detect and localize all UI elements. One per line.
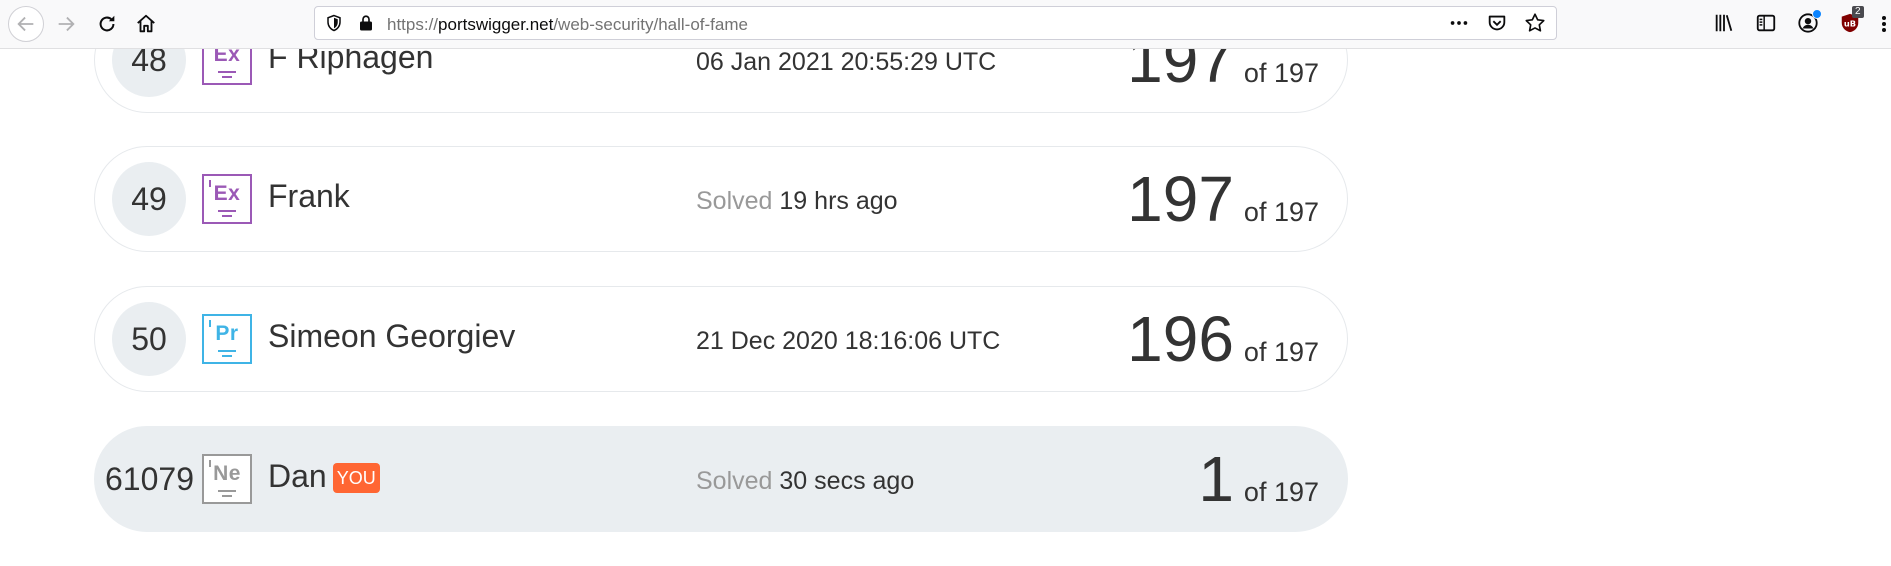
leaderboard-row: 50 Pr Simeon Georgiev 21 Dec 2020 18:16:… <box>94 286 1348 392</box>
rank: 50 <box>112 302 186 376</box>
toolbar-right-icons: uB 2 <box>1712 6 1864 35</box>
rank: 49 <box>112 162 186 236</box>
badge-abbr: Ex <box>213 182 241 205</box>
expert-badge-icon: Ex <box>202 174 252 224</box>
labs-total: of 197 <box>1243 477 1319 507</box>
user-name-text[interactable]: Simeon Georgiev <box>268 318 515 355</box>
overflow-menu-icon[interactable] <box>1879 12 1889 36</box>
user-name-text[interactable]: Frank <box>268 178 350 215</box>
home-button[interactable] <box>129 7 163 41</box>
solved-timestamp: 19 hrs ago <box>779 187 898 215</box>
notification-dot <box>1812 9 1822 19</box>
page-actions <box>1448 12 1546 34</box>
labs-total: of 197 <box>1243 197 1319 227</box>
solved-timestamp: 06 Jan 2021 20:55:29 UTC <box>696 48 997 76</box>
star-icon[interactable] <box>1524 12 1546 34</box>
reload-button[interactable] <box>90 7 124 41</box>
leaderboard-row: 49 Ex Frank Solved 19 hrs ago 197 of 197 <box>94 146 1348 252</box>
practitioner-badge-icon: Pr <box>202 314 252 364</box>
solved-timestamp: 30 secs ago <box>779 467 915 495</box>
labs-total: of 197 <box>1243 58 1319 88</box>
reload-icon <box>99 15 115 32</box>
svg-text:uB: uB <box>1844 19 1856 29</box>
score: 196 of 197 <box>1127 301 1319 377</box>
ublock-count-badge: 2 <box>1852 6 1864 18</box>
score: 197 of 197 <box>1127 161 1319 237</box>
arrow-left-icon <box>17 16 34 32</box>
pocket-icon[interactable] <box>1486 12 1508 34</box>
url-path: /web-security/hall-of-fame <box>553 15 748 34</box>
labs-solved: 1 <box>1198 443 1234 515</box>
home-icon <box>137 14 155 33</box>
labs-solved: 197 <box>1127 163 1234 235</box>
ublock-origin-icon[interactable]: uB 2 <box>1838 6 1864 35</box>
solved-prefix: Solved <box>696 467 773 495</box>
solved-prefix: Solved <box>696 187 773 215</box>
tracking-protection-shield-icon[interactable] <box>325 14 343 32</box>
solved-time: Solved 19 hrs ago <box>696 187 898 216</box>
library-icon[interactable] <box>1712 11 1736 35</box>
browser-toolbar: https://portswigger.net/web-security/hal… <box>0 0 1891 49</box>
rank: 61079 <box>105 460 194 497</box>
solved-timestamp: 21 Dec 2020 18:16:06 UTC <box>696 327 1001 355</box>
solved-time: 06 Jan 2021 20:55:29 UTC <box>696 48 996 77</box>
badge-abbr: Pr <box>215 322 239 345</box>
arrow-right-icon <box>58 16 75 32</box>
score: 1 of 197 <box>1198 441 1319 517</box>
labs-solved: 196 <box>1127 303 1234 375</box>
back-button[interactable] <box>8 6 44 42</box>
user-name-text[interactable]: Dan <box>268 458 327 495</box>
user-name[interactable]: Frank <box>268 178 350 215</box>
labs-total: of 197 <box>1243 337 1319 367</box>
forward-button[interactable] <box>49 7 83 41</box>
newcomer-badge-icon: Ne <box>202 454 252 504</box>
url-text[interactable]: https://portswigger.net/web-security/hal… <box>387 15 748 35</box>
lock-icon[interactable] <box>357 14 375 32</box>
account-icon[interactable] <box>1796 9 1822 35</box>
more-dots-icon[interactable] <box>1448 12 1470 34</box>
url-domain: portswigger.net <box>438 15 554 34</box>
sidebar-icon[interactable] <box>1754 11 1778 35</box>
user-name[interactable]: Dan YOU <box>268 458 380 495</box>
solved-time: 21 Dec 2020 18:16:06 UTC <box>696 327 1000 356</box>
url-prefix: https:// <box>387 15 439 34</box>
solved-time: Solved 30 secs ago <box>696 467 914 496</box>
leaderboard-row-you: 61079 Ne Dan YOU Solved 30 secs ago 1 of 1… <box>94 426 1348 532</box>
user-name[interactable]: Simeon Georgiev <box>268 318 515 355</box>
you-badge: YOU <box>332 462 380 493</box>
badge-abbr: Ne <box>213 462 241 485</box>
url-bar[interactable]: https://portswigger.net/web-security/hal… <box>314 6 1557 40</box>
